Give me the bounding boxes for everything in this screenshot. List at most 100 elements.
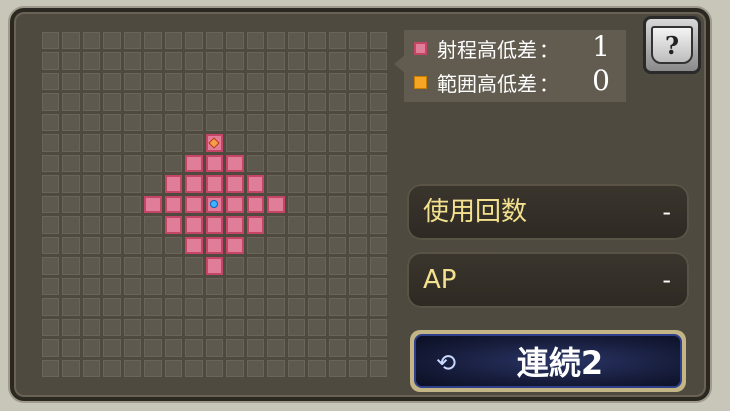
grid-cell-range bbox=[164, 175, 183, 193]
grid-cell bbox=[42, 298, 60, 316]
grid-cell bbox=[349, 236, 367, 255]
grid-cell bbox=[82, 175, 101, 193]
grid-cell bbox=[205, 339, 224, 357]
grid-cell bbox=[308, 175, 326, 193]
grid-cell bbox=[226, 298, 244, 316]
grid-cell bbox=[123, 339, 142, 357]
grid-cell bbox=[123, 257, 142, 275]
grid-cell bbox=[144, 298, 162, 316]
grid-cell bbox=[205, 298, 224, 316]
grid-cell bbox=[205, 359, 224, 377]
grid-cell bbox=[287, 52, 306, 70]
chain-button[interactable]: ⟲ 連続2 bbox=[410, 330, 686, 392]
grid-cell bbox=[267, 298, 285, 316]
grid-cell bbox=[82, 113, 101, 132]
grid-cell bbox=[42, 32, 60, 50]
grid-cell bbox=[185, 298, 203, 316]
grid-cell bbox=[287, 134, 306, 152]
grid-cell bbox=[164, 339, 183, 357]
grid-cell bbox=[185, 318, 203, 337]
grid-cell bbox=[82, 277, 101, 296]
shot-height-label: 射程高低差 bbox=[437, 37, 537, 62]
area-height-value: 0 bbox=[592, 64, 610, 97]
grid-cell bbox=[308, 93, 326, 111]
help-button[interactable]: ? bbox=[643, 16, 701, 74]
grid-cell bbox=[287, 277, 306, 296]
grid-cell bbox=[246, 298, 265, 316]
grid-cell bbox=[328, 72, 347, 91]
grid-cell bbox=[185, 257, 203, 275]
grid-cell bbox=[308, 277, 326, 296]
grid-cell bbox=[308, 216, 326, 234]
grid-cell bbox=[42, 277, 60, 296]
grid-cell bbox=[369, 298, 387, 316]
grid-cell bbox=[185, 339, 203, 357]
grid-cell-range bbox=[226, 195, 244, 214]
grid-cell bbox=[42, 216, 60, 234]
grid-cell bbox=[349, 257, 367, 275]
grid-cell bbox=[42, 113, 60, 132]
grid-cell bbox=[246, 32, 265, 50]
grid-cell bbox=[308, 318, 326, 337]
grid-cell bbox=[185, 32, 203, 50]
grid-cell-target bbox=[205, 134, 224, 152]
grid-cell bbox=[267, 32, 285, 50]
grid-cell bbox=[349, 93, 367, 111]
grid-cell-range bbox=[205, 236, 224, 255]
area-range-swatch bbox=[414, 75, 427, 89]
grid-cell bbox=[82, 236, 101, 255]
grid-cell bbox=[369, 134, 387, 152]
grid-cell bbox=[246, 113, 265, 132]
grid-cell bbox=[308, 257, 326, 275]
grid-cell-range bbox=[185, 154, 203, 173]
grid-cell bbox=[246, 134, 265, 152]
grid-cell bbox=[287, 339, 306, 357]
grid-cell bbox=[103, 52, 121, 70]
grid-cell bbox=[328, 339, 347, 357]
grid-cell-range bbox=[185, 175, 203, 193]
grid-cell bbox=[164, 32, 183, 50]
grid-cell bbox=[164, 134, 183, 152]
grid-cell bbox=[144, 277, 162, 296]
grid-cell-range bbox=[205, 216, 224, 234]
grid-cell bbox=[308, 154, 326, 173]
grid-cell bbox=[42, 195, 60, 214]
grid-cell bbox=[185, 52, 203, 70]
grid-cell bbox=[267, 339, 285, 357]
grid-cell bbox=[246, 72, 265, 91]
grid-cell bbox=[144, 52, 162, 70]
grid-cell bbox=[103, 257, 121, 275]
shot-height-row: 射程高低差 ： bbox=[414, 32, 559, 64]
uses-count-value: - bbox=[662, 198, 671, 226]
grid-cell bbox=[328, 52, 347, 70]
grid-cell bbox=[349, 277, 367, 296]
grid-cell bbox=[103, 72, 121, 91]
grid-cell-range bbox=[246, 195, 265, 214]
grid-cell bbox=[349, 72, 367, 91]
grid-cell bbox=[328, 298, 347, 316]
grid-cell bbox=[328, 257, 347, 275]
grid-cell bbox=[308, 339, 326, 357]
grid-cell bbox=[328, 93, 347, 111]
grid-cell bbox=[246, 257, 265, 275]
grid-cell bbox=[123, 113, 142, 132]
grid-cell bbox=[205, 72, 224, 91]
grid-cell bbox=[185, 134, 203, 152]
grid-cell bbox=[123, 359, 142, 377]
grid-cell-range bbox=[185, 216, 203, 234]
grid-cell bbox=[123, 72, 142, 91]
grid-cell bbox=[267, 72, 285, 91]
grid-cell bbox=[349, 134, 367, 152]
grid-cell bbox=[205, 277, 224, 296]
grid-cell bbox=[267, 113, 285, 132]
grid-cell bbox=[267, 93, 285, 111]
grid-cell bbox=[328, 113, 347, 132]
grid-cell bbox=[369, 175, 387, 193]
grid-cell bbox=[226, 359, 244, 377]
grid-cell bbox=[144, 32, 162, 50]
grid-cell bbox=[246, 236, 265, 255]
grid-cell bbox=[103, 236, 121, 255]
grid-cell-range bbox=[185, 195, 203, 214]
grid-cell bbox=[246, 154, 265, 173]
grid-cell bbox=[185, 113, 203, 132]
